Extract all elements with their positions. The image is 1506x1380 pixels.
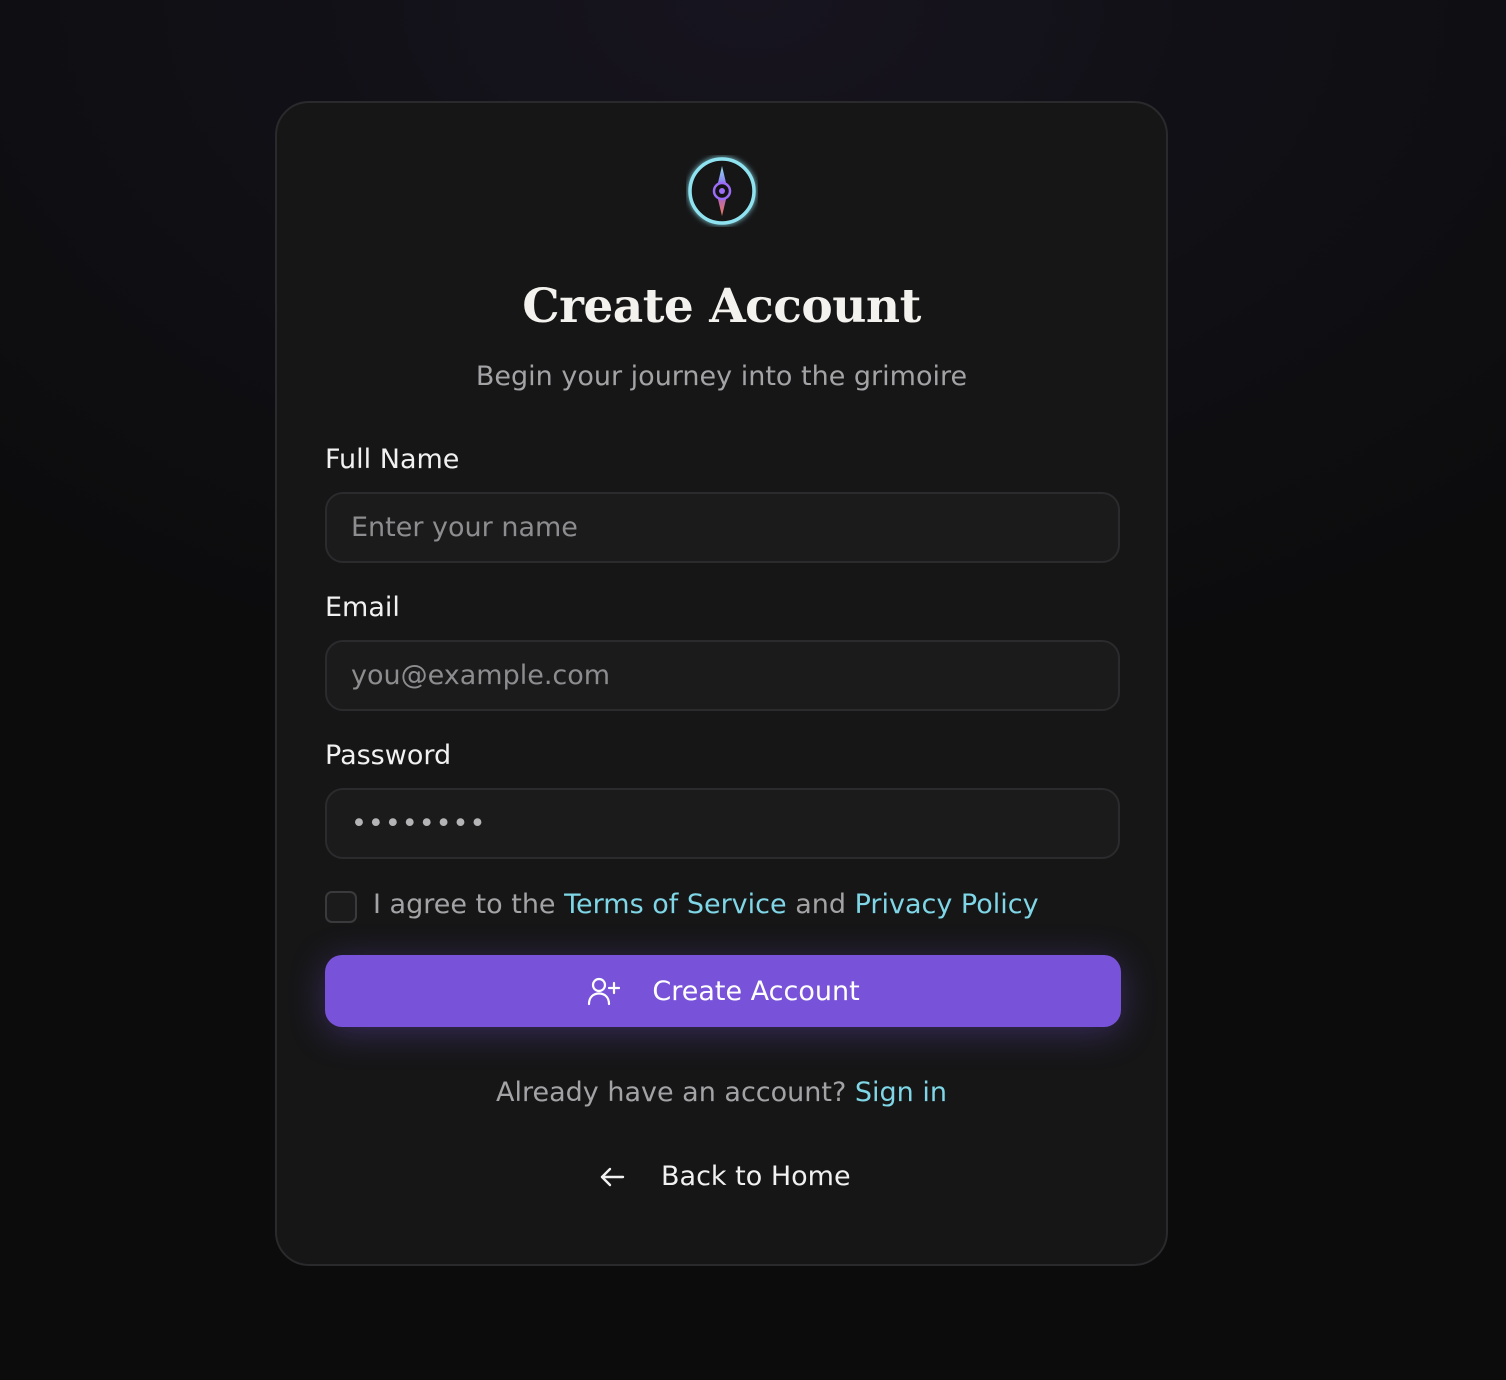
page-title: Create Account <box>522 279 921 334</box>
signin-prompt: Already have an account? Sign in <box>277 1077 1166 1108</box>
terms-checkbox[interactable] <box>325 891 357 923</box>
terms-agreement: I agree to the Terms of Service and Priv… <box>373 889 1039 920</box>
create-account-button[interactable]: Create Account <box>325 955 1121 1027</box>
terms-prefix-text: I agree to the <box>373 889 565 920</box>
email-label: Email <box>325 592 400 623</box>
create-account-button-label: Create Account <box>652 975 860 1007</box>
signin-prompt-text: Already have an account? <box>496 1077 855 1108</box>
password-input[interactable] <box>325 788 1120 859</box>
password-label: Password <box>325 740 452 771</box>
compass-icon <box>686 155 758 227</box>
email-input[interactable] <box>325 640 1120 711</box>
back-to-home-link[interactable]: Back to Home <box>597 1161 851 1192</box>
page-subtitle: Begin your journey into the grimoire <box>475 361 968 392</box>
full-name-label: Full Name <box>325 444 460 475</box>
user-plus-icon <box>586 974 621 1008</box>
privacy-policy-link[interactable]: Privacy Policy <box>855 889 1039 920</box>
terms-conjunction-text: and <box>786 889 855 920</box>
sign-in-link[interactable]: Sign in <box>855 1077 947 1108</box>
terms-of-service-link[interactable]: Terms of Service <box>564 889 787 920</box>
full-name-input[interactable] <box>325 492 1120 563</box>
back-to-home-label: Back to Home <box>661 1161 851 1192</box>
signup-card: Create Account Begin your journey into t… <box>275 101 1168 1266</box>
arrow-left-icon <box>597 1162 627 1192</box>
